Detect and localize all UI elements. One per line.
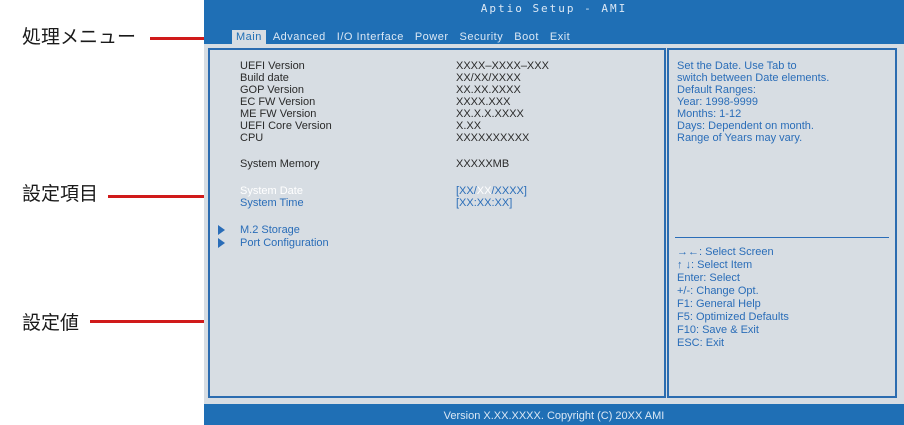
key-hint: F10: Save & Exit: [677, 324, 759, 336]
settings-box: UEFI Version XXXX–XXXX–XXX Build date XX…: [208, 48, 666, 398]
bios-title: Aptio Setup - AMI: [480, 2, 628, 15]
info-label: UEFI Core Version: [240, 120, 332, 132]
annotation-value-label: 設定値: [22, 312, 80, 334]
help-text-line: Year: 1998-9999: [677, 96, 758, 108]
system-memory-value: XXXXXMB: [456, 158, 510, 170]
help-divider: [675, 237, 889, 238]
system-time-value[interactable]: [XX:XX:XX]: [456, 197, 512, 209]
info-label: UEFI Version: [240, 60, 305, 72]
info-value: XXXX.XXX: [456, 96, 511, 108]
version-footer: Version X.XX.XXXX. Copyright (C) 20XX AM…: [443, 410, 665, 422]
key-hint: →←: Select Screen: [677, 246, 774, 258]
tab-boot[interactable]: Boot: [510, 30, 543, 44]
annotation-item-label: 設定項目: [22, 183, 99, 205]
info-label: CPU: [240, 132, 264, 144]
date-month: [XX/: [456, 185, 477, 197]
tab-io-interface[interactable]: I/O Interface: [333, 30, 408, 44]
system-date-value[interactable]: [XX/XX/XXXX]: [456, 185, 527, 197]
submenu-arrow-icon: [218, 238, 225, 248]
info-value: XX.XX.XXXX: [456, 84, 521, 96]
bios-screen: Aptio Setup - AMI Main Advanced I/O Inte…: [204, 0, 904, 425]
info-value: XXXX–XXXX–XXX: [456, 60, 549, 72]
tab-exit[interactable]: Exit: [546, 30, 574, 44]
key-hint: ESC: Exit: [677, 337, 725, 349]
tab-main[interactable]: Main: [232, 30, 266, 44]
date-year: /XXXX]: [491, 185, 527, 197]
info-value: XX/XX/XXXX: [456, 72, 521, 84]
system-date-item[interactable]: System Date: [240, 185, 303, 197]
help-text-line: Months: 1-12: [677, 108, 742, 120]
date-day-selected[interactable]: XX: [477, 185, 492, 197]
help-text-line: Set the Date. Use Tab to: [677, 60, 797, 72]
help-text-line: Days: Dependent on month.: [677, 120, 814, 132]
info-value: X.XX: [456, 120, 482, 132]
submenu-arrow-icon: [218, 225, 225, 235]
help-text-line: Range of Years may vary.: [677, 132, 803, 144]
info-label: GOP Version: [240, 84, 304, 96]
help-text-line: switch between Date elements.: [677, 72, 830, 84]
menu-tabs: Main Advanced I/O Interface Power Securi…: [232, 30, 577, 44]
content-panel: UEFI Version XXXX–XXXX–XXX Build date XX…: [204, 44, 904, 404]
system-time-item[interactable]: System Time: [240, 197, 304, 209]
info-value: XXXXXXXXXX: [456, 132, 530, 144]
help-text-line: Default Ranges:: [677, 84, 756, 96]
key-hint: ↑ ↓: Select Item: [677, 259, 753, 271]
key-hint: F1: General Help: [677, 298, 761, 310]
info-label: EC FW Version: [240, 96, 316, 108]
key-hint: F5: Optimized Defaults: [677, 311, 789, 323]
info-label: Build date: [240, 72, 289, 84]
system-memory-label: System Memory: [240, 158, 320, 170]
key-hint: +/-: Change Opt.: [677, 285, 759, 297]
info-value: XX.X.X.XXXX: [456, 108, 524, 120]
submenu-port-configuration[interactable]: Port Configuration: [240, 237, 329, 249]
help-box: Set the Date. Use Tab to switch between …: [667, 48, 897, 398]
tab-power[interactable]: Power: [411, 30, 453, 44]
tab-security[interactable]: Security: [456, 30, 508, 44]
annotation-menu-label: 処理メニュー: [22, 26, 137, 48]
tab-advanced[interactable]: Advanced: [269, 30, 330, 44]
info-label: ME FW Version: [240, 108, 317, 120]
submenu-m2-storage[interactable]: M.2 Storage: [240, 224, 300, 236]
key-hint: Enter: Select: [677, 272, 740, 284]
